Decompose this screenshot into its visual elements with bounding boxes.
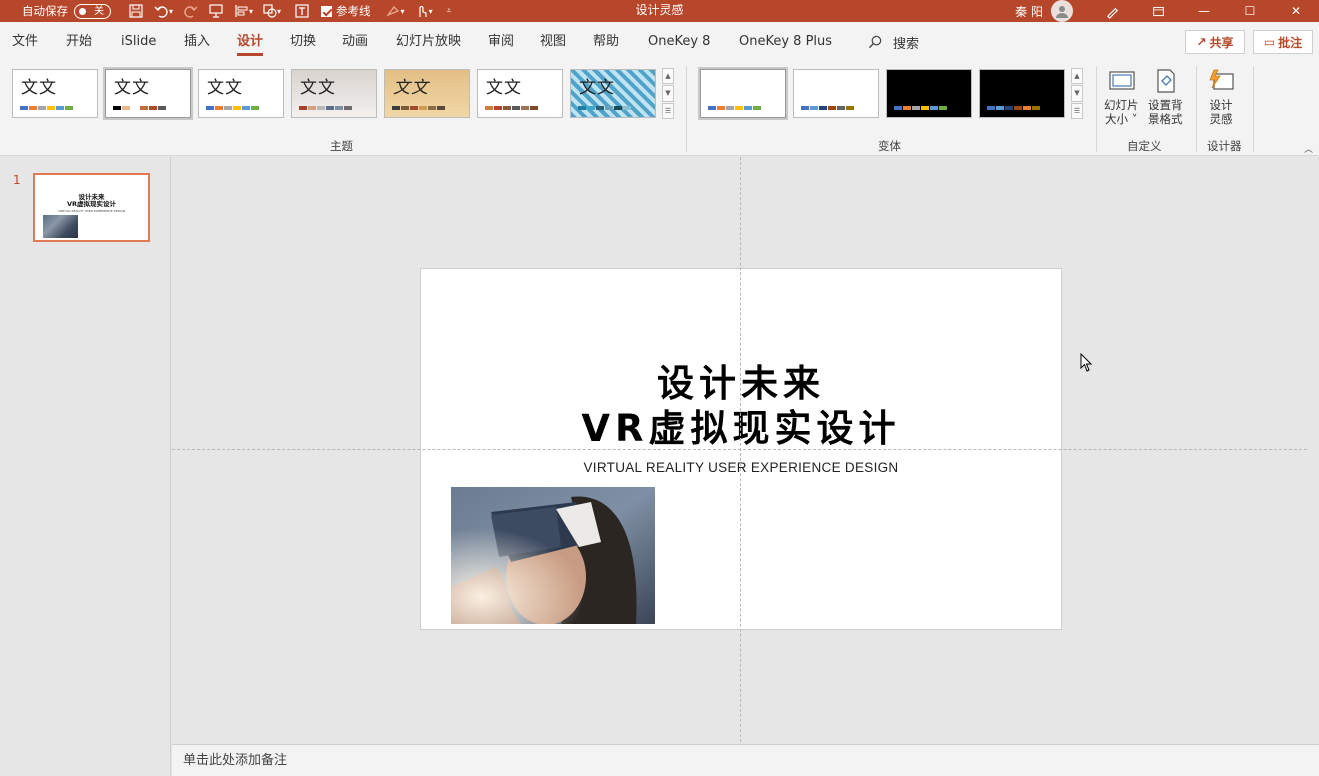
search-box[interactable]: 搜索	[868, 22, 919, 62]
title-bar: 自动保存 关 ▾ ▾ ▾ 参考线 ▾ ▾ ⩡ 设计灵感 秦 阳 — ☐ ✕	[0, 0, 1319, 22]
theme-7[interactable]: 文文	[570, 69, 656, 118]
more-icon[interactable]: ☰	[1071, 102, 1083, 119]
ribbon-panel: 文文 文文 文文 文文 文文 文文 文文 ▲ ▼ ☰ 主题 ▲ ▼ ☰ 变体 幻…	[0, 62, 1319, 156]
chevron-down-icon[interactable]: ▾	[277, 7, 281, 16]
tab-home[interactable]: 开始	[66, 22, 92, 62]
search-label: 搜索	[893, 36, 920, 52]
vr-headset-photo[interactable]	[451, 487, 655, 624]
chevron-down-icon[interactable]: ▼	[662, 85, 674, 102]
variant-2[interactable]	[793, 69, 879, 118]
mouse-cursor-icon	[1080, 353, 1093, 372]
theme-6[interactable]: 文文	[477, 69, 563, 118]
redo-icon[interactable]	[179, 0, 201, 22]
theme-4[interactable]: 文文	[291, 69, 377, 118]
slide-subtitle[interactable]: VIRTUAL REALITY USER EXPERIENCE DESIGN	[421, 460, 1061, 475]
slide-thumbnail[interactable]: 设计未来 VR虚拟现实设计 VIRTUAL REALITY USER EXPER…	[33, 173, 150, 242]
format-background-icon	[1157, 69, 1175, 93]
avatar[interactable]	[1051, 0, 1073, 22]
variants-group-label: 变体	[878, 139, 901, 153]
share-icon: ↗	[1196, 35, 1207, 49]
slide-size-button[interactable]: 幻灯片 大小 ˅	[1104, 66, 1139, 126]
slide-title-line2[interactable]: VR虚拟现实设计	[421, 407, 1061, 451]
slide-size-icon	[1109, 71, 1135, 90]
thumb-photo	[43, 215, 78, 238]
tab-animations[interactable]: 动画	[342, 22, 368, 62]
guides-checkbox[interactable]	[321, 5, 333, 17]
customize-group-label: 自定义	[1127, 139, 1162, 153]
variant-1[interactable]	[698, 67, 788, 120]
tab-file[interactable]: 文件	[12, 22, 38, 62]
variant-3[interactable]	[886, 69, 972, 118]
notes-placeholder: 单击此处添加备注	[183, 753, 288, 768]
slide-number: 1	[13, 173, 21, 187]
collapse-ribbon-icon[interactable]: ︿	[1304, 142, 1313, 155]
tab-onekey8[interactable]: OneKey 8	[648, 22, 710, 62]
variant-4[interactable]	[979, 69, 1065, 118]
save-icon[interactable]	[125, 0, 147, 22]
tab-insert[interactable]: 插入	[184, 22, 210, 62]
group-separator	[1096, 66, 1097, 152]
chevron-up-icon[interactable]: ▲	[662, 68, 674, 85]
customize-toolbar-icon[interactable]: ⩡	[447, 6, 452, 16]
chevron-down-icon[interactable]: ▼	[1071, 85, 1083, 102]
group-separator	[1196, 66, 1197, 152]
autosave-state: 关	[94, 5, 104, 17]
design-ideas-button[interactable]: 设计 灵感	[1206, 66, 1236, 126]
thumb-subtitle: VIRTUAL REALITY USER EXPERIENCE DESIGN	[57, 209, 126, 213]
tab-design[interactable]: 设计	[237, 22, 264, 62]
presentation-icon[interactable]	[205, 0, 227, 22]
more-icon[interactable]: ☰	[662, 102, 674, 119]
ribbon-display-icon[interactable]	[1135, 0, 1181, 22]
group-separator	[1253, 66, 1254, 152]
chevron-down-icon[interactable]: ▾	[169, 7, 173, 16]
text-box-icon[interactable]	[291, 0, 313, 22]
chevron-down-icon[interactable]: ▾	[249, 7, 253, 16]
tab-view[interactable]: 视图	[540, 22, 566, 62]
group-separator	[686, 66, 687, 152]
user-name[interactable]: 秦 阳	[1015, 3, 1043, 20]
autosave-label: 自动保存	[22, 4, 68, 18]
maximize-button[interactable]: ☐	[1227, 0, 1273, 22]
autosave-toggle[interactable]: 关	[74, 3, 111, 19]
share-label: 共享	[1209, 35, 1234, 50]
slides-pane: 1 设计未来 VR虚拟现实设计 VIRTUAL REALITY USER EXP…	[0, 157, 171, 776]
pen-icon[interactable]	[1089, 0, 1135, 22]
tab-help[interactable]: 帮助	[593, 22, 619, 62]
theme-3[interactable]: 文文	[198, 69, 284, 118]
tab-islide[interactable]: iSlide	[121, 22, 156, 62]
tab-transitions[interactable]: 切换	[290, 22, 316, 62]
designer-group-label: 设计器	[1207, 139, 1242, 153]
slide-title-line1[interactable]: 设计未来	[421, 362, 1061, 406]
variants-scroll[interactable]: ▲ ▼ ☰	[1071, 68, 1083, 120]
chevron-down-icon[interactable]: ▾	[429, 7, 433, 16]
themes-scroll[interactable]: ▲ ▼ ☰	[662, 68, 674, 120]
comments-label: 批注	[1278, 35, 1303, 50]
theme-office[interactable]: 文文	[12, 69, 98, 118]
chevron-down-icon[interactable]: ▾	[401, 7, 405, 16]
tab-review[interactable]: 审阅	[488, 22, 514, 62]
guides-label: 参考线	[336, 4, 371, 18]
theme-current[interactable]: 文文	[103, 67, 193, 120]
tab-slideshow[interactable]: 幻灯片放映	[396, 22, 461, 62]
design-ideas-icon	[1209, 69, 1234, 90]
ribbon-tabs: 文件 开始 iSlide 插入 设计 切换 动画 幻灯片放映 审阅 视图 帮助 …	[0, 22, 1319, 62]
close-button[interactable]: ✕	[1273, 0, 1319, 22]
theme-5[interactable]: 文文	[384, 69, 470, 118]
themes-group-label: 主题	[330, 139, 353, 153]
comments-button[interactable]: ▭ 批注	[1253, 30, 1313, 54]
share-button[interactable]: ↗ 共享	[1185, 30, 1245, 54]
format-background-button[interactable]: 设置背 景格式	[1148, 66, 1183, 126]
minimize-button[interactable]: —	[1181, 0, 1227, 22]
comment-icon: ▭	[1263, 35, 1276, 49]
tab-onekey8-plus[interactable]: OneKey 8 Plus	[739, 22, 832, 62]
horizontal-guide[interactable]	[172, 449, 1307, 450]
chevron-up-icon[interactable]: ▲	[1071, 68, 1083, 85]
search-icon	[868, 35, 882, 48]
thumb-title: 设计未来 VR虚拟现实设计	[66, 193, 117, 208]
notes-pane[interactable]: 单击此处添加备注	[172, 744, 1319, 776]
